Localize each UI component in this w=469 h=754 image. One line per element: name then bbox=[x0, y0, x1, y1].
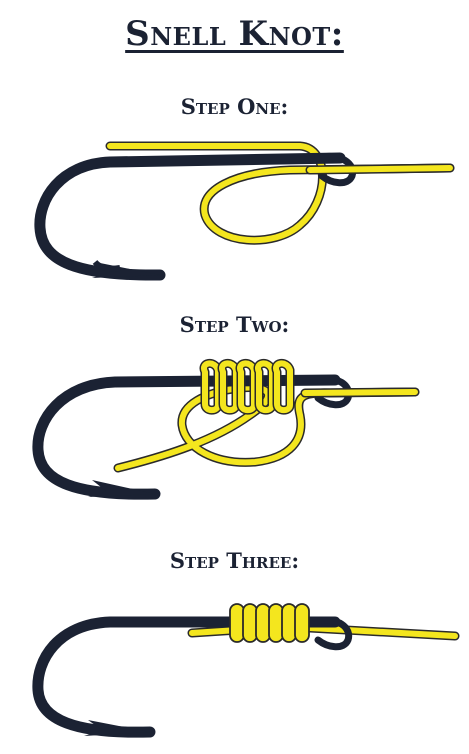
step-two-illustration bbox=[32, 359, 420, 500]
snell-knot-diagram bbox=[32, 141, 460, 738]
line-coils bbox=[229, 603, 310, 643]
step-three-illustration bbox=[32, 603, 460, 738]
step-one-illustration bbox=[34, 141, 455, 281]
fishing-line bbox=[113, 382, 420, 473]
